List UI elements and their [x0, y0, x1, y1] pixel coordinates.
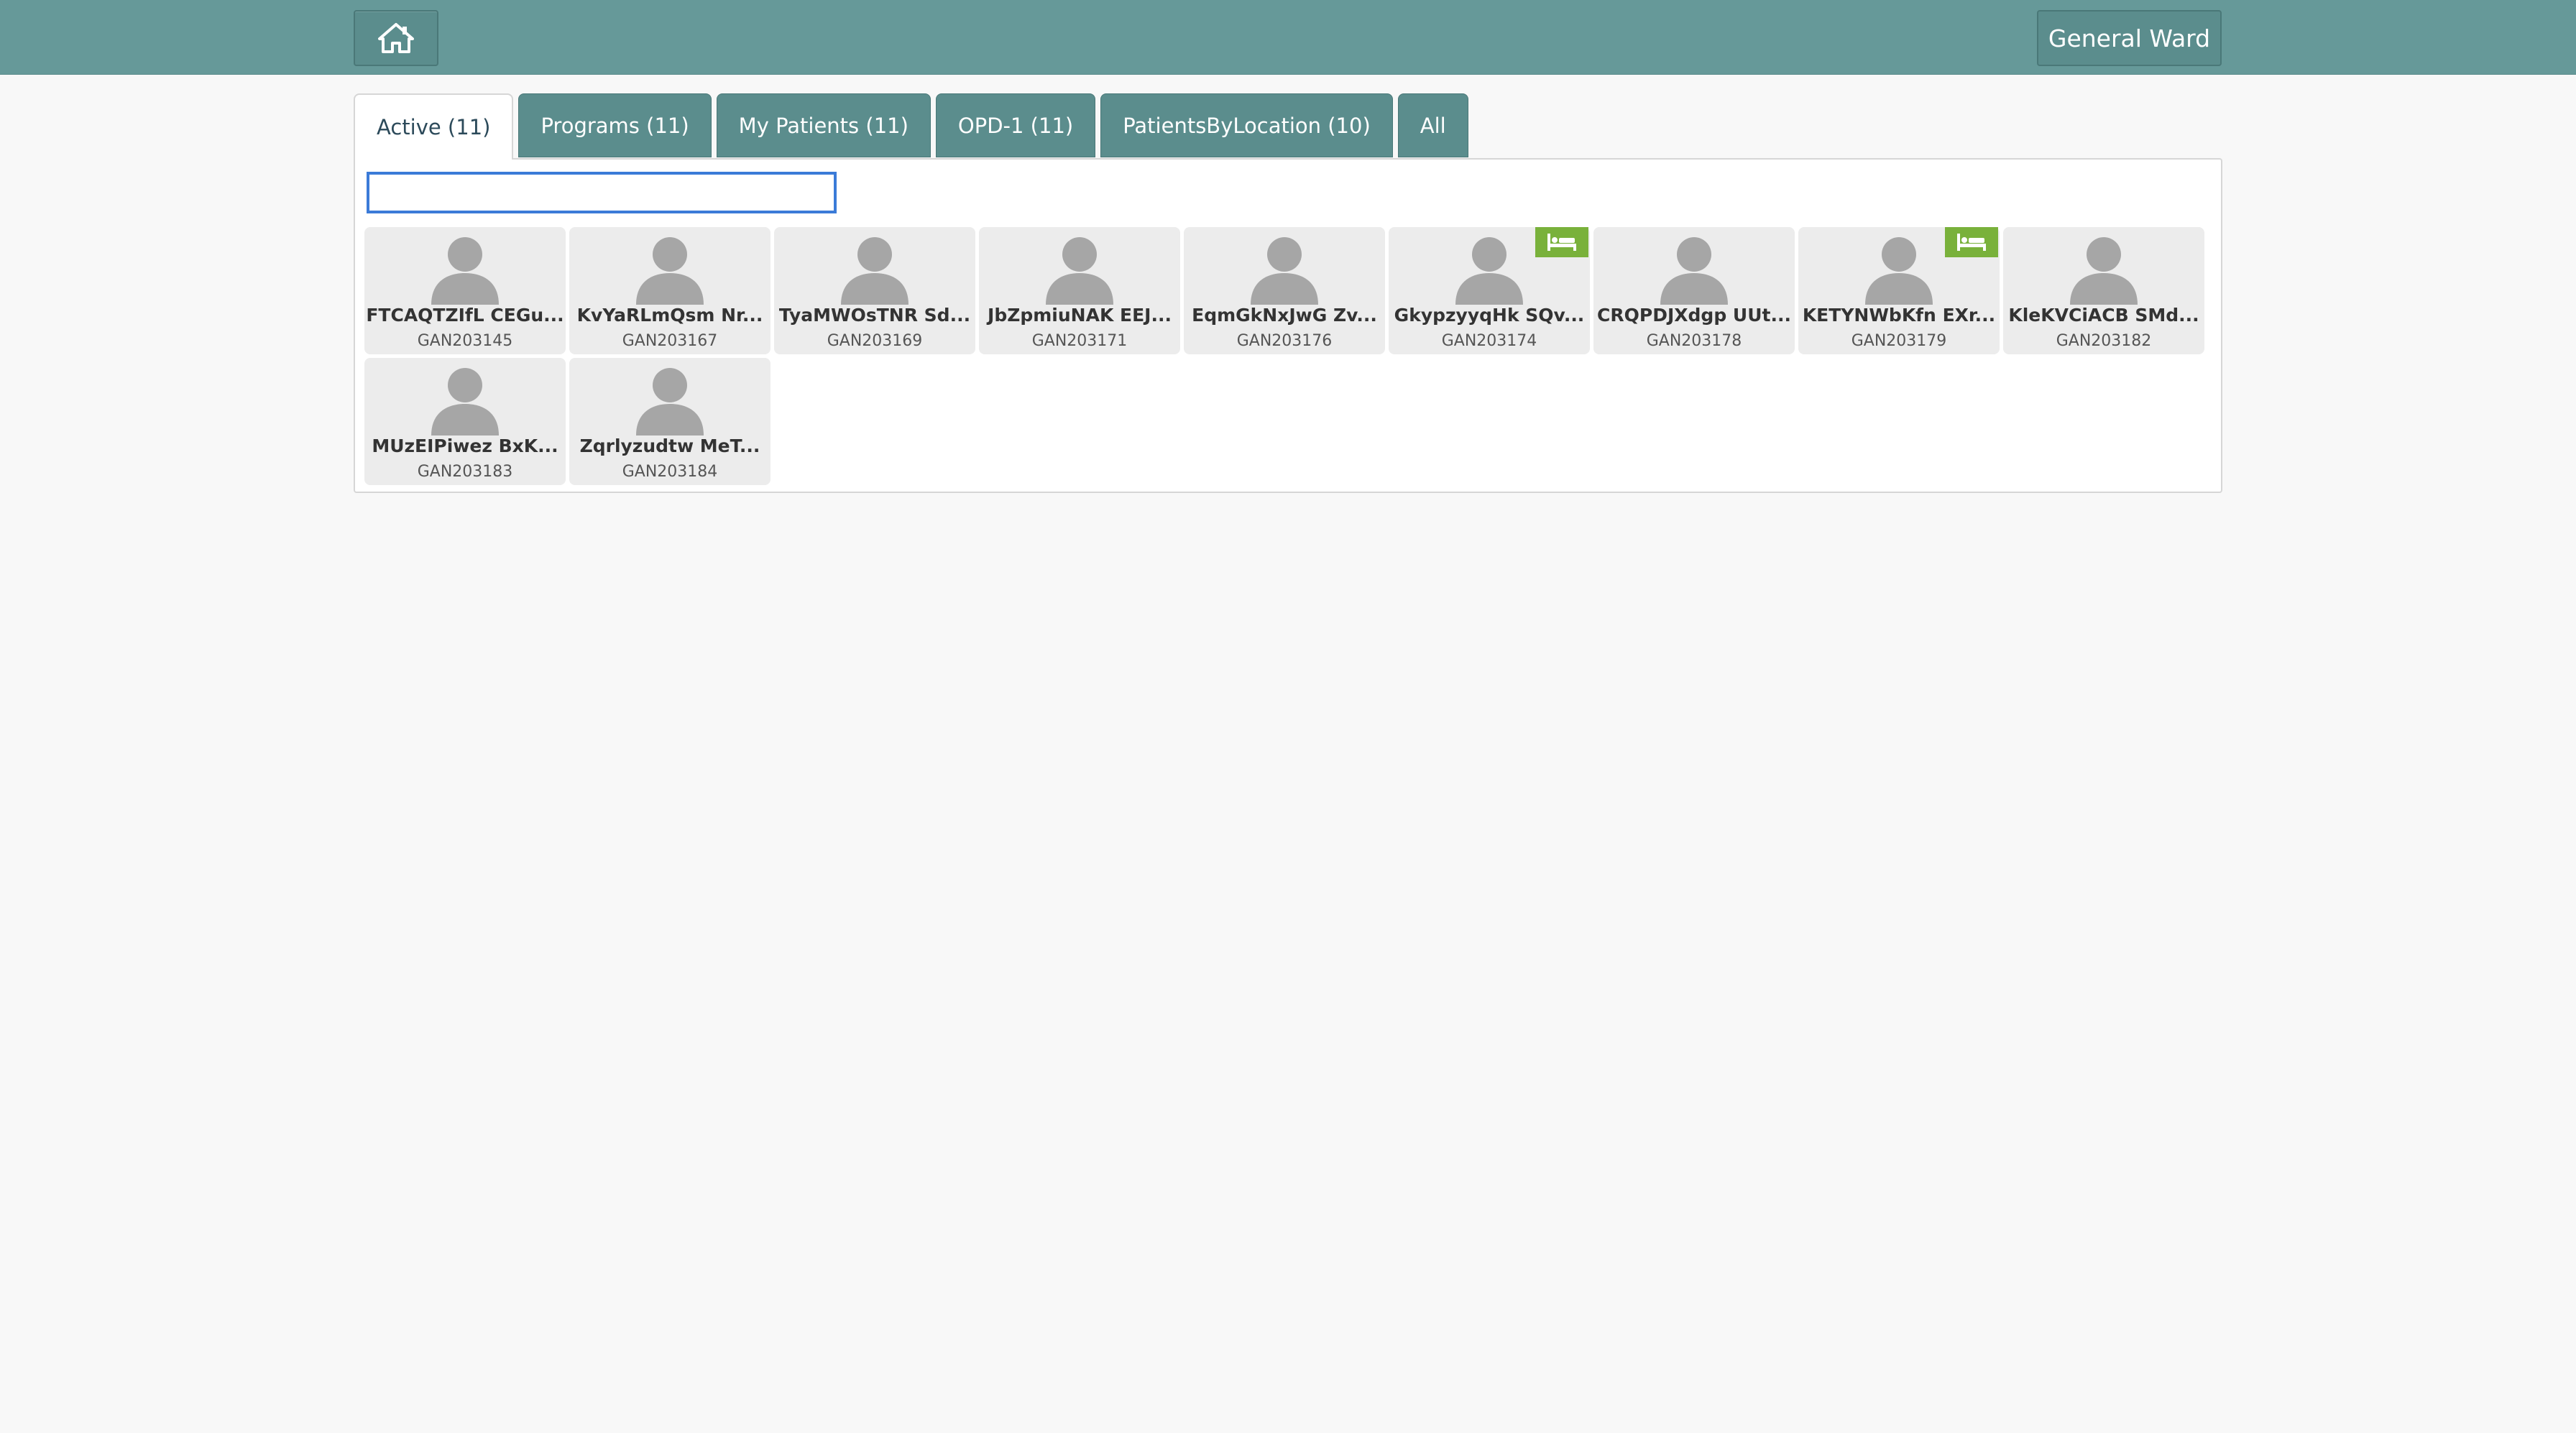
tab-opd-1[interactable]: OPD-1 (11)	[935, 93, 1096, 157]
tab-all[interactable]: All	[1397, 93, 1468, 157]
avatar-icon	[1040, 233, 1119, 305]
patient-list-tabs: Active (11) Programs (11) My Patients (11)…	[354, 93, 1468, 160]
patient-identifier: GAN203178	[1646, 332, 1742, 350]
patient-card[interactable]: KvYaRLmQsm Nr... GAN203167	[569, 227, 770, 354]
avatar-icon	[1245, 233, 1324, 305]
avatar-icon	[630, 233, 709, 305]
patient-name: KleKVCiACB SMd...	[2008, 305, 2199, 326]
patient-card[interactable]: JbZpmiuNAK EEJ... GAN203171	[979, 227, 1180, 354]
patient-card[interactable]: TyaMWOsTNR Sd... GAN203169	[774, 227, 975, 354]
search-input[interactable]	[367, 172, 837, 213]
patient-identifier: GAN203176	[1236, 332, 1333, 350]
patient-card[interactable]: CRQPDJXdgp UUt... GAN203178	[1593, 227, 1795, 354]
patient-name: GkypzyyqHk SQv...	[1394, 305, 1585, 326]
patient-name: EqmGkNxJwG Zv...	[1192, 305, 1377, 326]
patient-card[interactable]: FTCAQTZIfL CEGu... GAN203145	[364, 227, 566, 354]
patient-identifier: GAN203183	[417, 463, 513, 481]
patient-name: CRQPDJXdgp UUt...	[1597, 305, 1791, 326]
location-button[interactable]: General Ward	[2037, 10, 2222, 66]
patient-name: KvYaRLmQsm Nr...	[576, 305, 763, 326]
patient-identifier: GAN203171	[1031, 332, 1128, 350]
bed-icon	[1945, 227, 1998, 257]
home-icon	[378, 23, 414, 53]
avatar-icon	[2064, 233, 2143, 305]
patient-grid: FTCAQTZIfL CEGu... GAN203145 KvYaRLmQsm Nr…	[364, 227, 2212, 485]
tab-patientsbylocation[interactable]: PatientsByLocation (10)	[1100, 93, 1393, 157]
patient-name: MUzEIPiwez BxK...	[372, 436, 558, 456]
tab-active[interactable]: Active (11)	[354, 93, 514, 160]
avatar-icon	[630, 364, 709, 436]
tab-programs[interactable]: Programs (11)	[518, 93, 712, 157]
patient-name: JbZpmiuNAK EEJ...	[988, 305, 1172, 326]
patient-list-panel: FTCAQTZIfL CEGu... GAN203145 KvYaRLmQsm Nr…	[354, 158, 2222, 493]
patient-card[interactable]: KETYNWbKfn EXr... GAN203179	[1798, 227, 2000, 354]
avatar-icon	[426, 364, 505, 436]
tab-my-patients[interactable]: My Patients (11)	[716, 93, 931, 157]
patient-identifier: GAN203184	[622, 463, 718, 481]
home-button[interactable]	[354, 10, 438, 66]
avatar-icon	[835, 233, 914, 305]
top-bar: General Ward	[0, 0, 2576, 75]
patient-card[interactable]: KleKVCiACB SMd... GAN203182	[2003, 227, 2204, 354]
patient-identifier: GAN203174	[1441, 332, 1537, 350]
patient-card[interactable]: EqmGkNxJwG Zv... GAN203176	[1184, 227, 1385, 354]
patient-name: TyaMWOsTNR Sd...	[778, 305, 971, 326]
patient-name: KETYNWbKfn EXr...	[1802, 305, 1996, 326]
avatar-icon	[1859, 233, 1938, 305]
patient-card[interactable]: GkypzyyqHk SQv... GAN203174	[1389, 227, 1590, 354]
avatar-icon	[426, 233, 505, 305]
avatar-icon	[1450, 233, 1529, 305]
bed-icon	[1535, 227, 1588, 257]
patient-identifier: GAN203182	[2056, 332, 2152, 350]
patient-identifier: GAN203169	[827, 332, 923, 350]
patient-identifier: GAN203179	[1851, 332, 1947, 350]
patient-identifier: GAN203167	[622, 332, 718, 350]
avatar-icon	[1655, 233, 1734, 305]
patient-identifier: GAN203145	[417, 332, 513, 350]
patient-name: Zqrlyzudtw MeT...	[579, 436, 760, 456]
patient-card[interactable]: Zqrlyzudtw MeT... GAN203184	[569, 358, 770, 485]
patient-card[interactable]: MUzEIPiwez BxK... GAN203183	[364, 358, 566, 485]
patient-name: FTCAQTZIfL CEGu...	[366, 305, 564, 326]
